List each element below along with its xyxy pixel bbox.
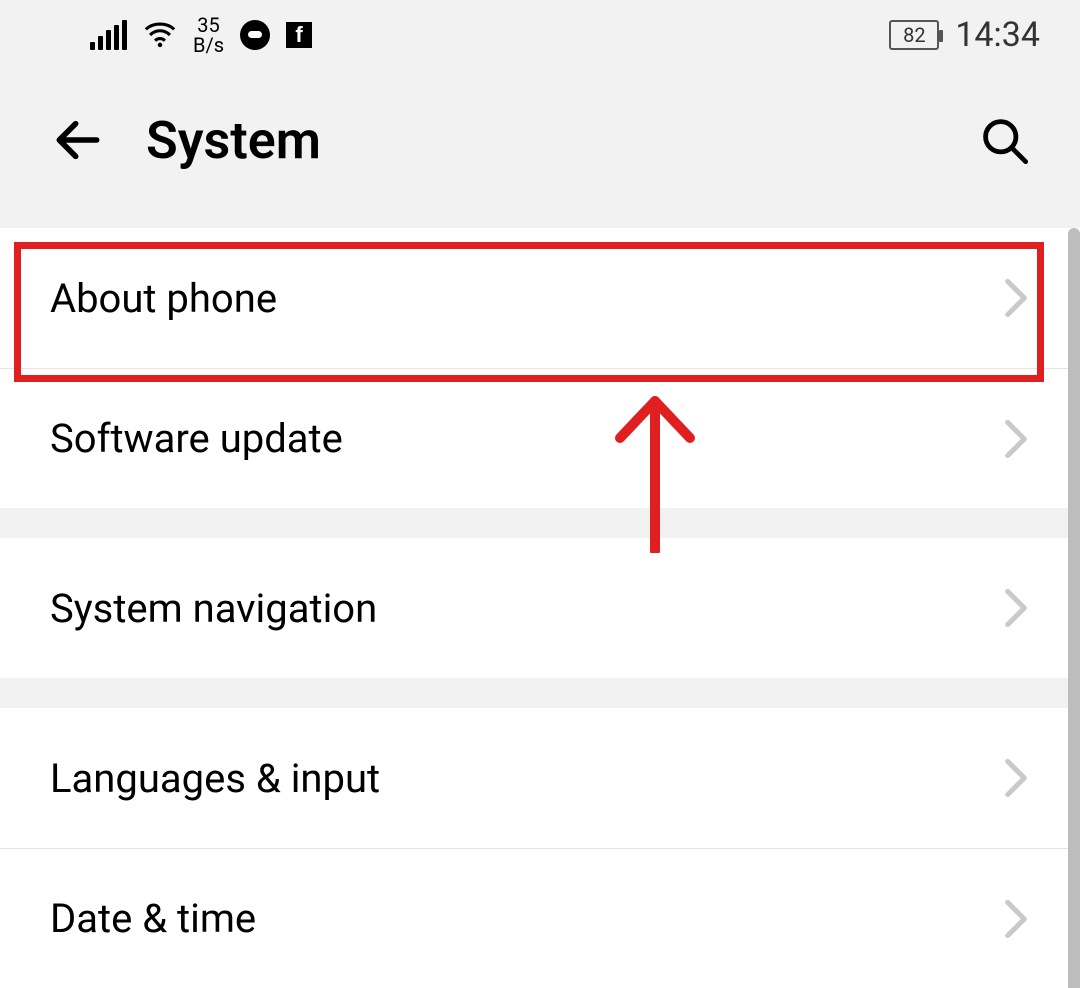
row-label: Languages & input <box>50 755 1002 802</box>
row-software-update[interactable]: Software update <box>0 368 1080 508</box>
row-about-phone[interactable]: About phone <box>0 228 1080 368</box>
settings-group: About phone Software update <box>0 228 1080 508</box>
battery-level: 82 <box>903 23 925 47</box>
speed-unit: B/s <box>193 35 224 55</box>
settings-group: Languages & input Date & time <box>0 708 1080 988</box>
row-date-time[interactable]: Date & time <box>0 848 1080 988</box>
search-button[interactable] <box>978 114 1030 166</box>
clock: 14:34 <box>955 15 1040 55</box>
status-left: 35 B/s f <box>90 15 312 55</box>
wifi-icon <box>143 18 177 52</box>
scrollbar[interactable] <box>1068 228 1080 988</box>
row-label: Date & time <box>50 895 1002 942</box>
status-right: 82 14:34 <box>889 15 1040 55</box>
chevron-right-icon <box>1002 588 1030 628</box>
speed-value: 35 <box>193 15 224 35</box>
row-label: Software update <box>50 415 1002 462</box>
row-languages-input[interactable]: Languages & input <box>0 708 1080 848</box>
page-title: System <box>146 110 938 171</box>
facebook-icon: f <box>286 22 312 48</box>
row-label: System navigation <box>50 585 1002 632</box>
content: About phone Software update System navig… <box>0 228 1080 988</box>
back-button[interactable] <box>50 112 106 168</box>
settings-group: System navigation <box>0 538 1080 678</box>
header: System <box>0 70 1080 210</box>
row-system-navigation[interactable]: System navigation <box>0 538 1080 678</box>
chevron-right-icon <box>1002 278 1030 318</box>
battery-icon: 82 <box>889 20 939 50</box>
chevron-right-icon <box>1002 419 1030 459</box>
chevron-right-icon <box>1002 899 1030 939</box>
chevron-right-icon <box>1002 758 1030 798</box>
row-label: About phone <box>50 275 1002 322</box>
status-bar: 35 B/s f 82 14:34 <box>0 0 1080 70</box>
messenger-icon <box>240 20 270 50</box>
signal-icon <box>90 20 127 50</box>
network-speed: 35 B/s <box>193 15 224 55</box>
